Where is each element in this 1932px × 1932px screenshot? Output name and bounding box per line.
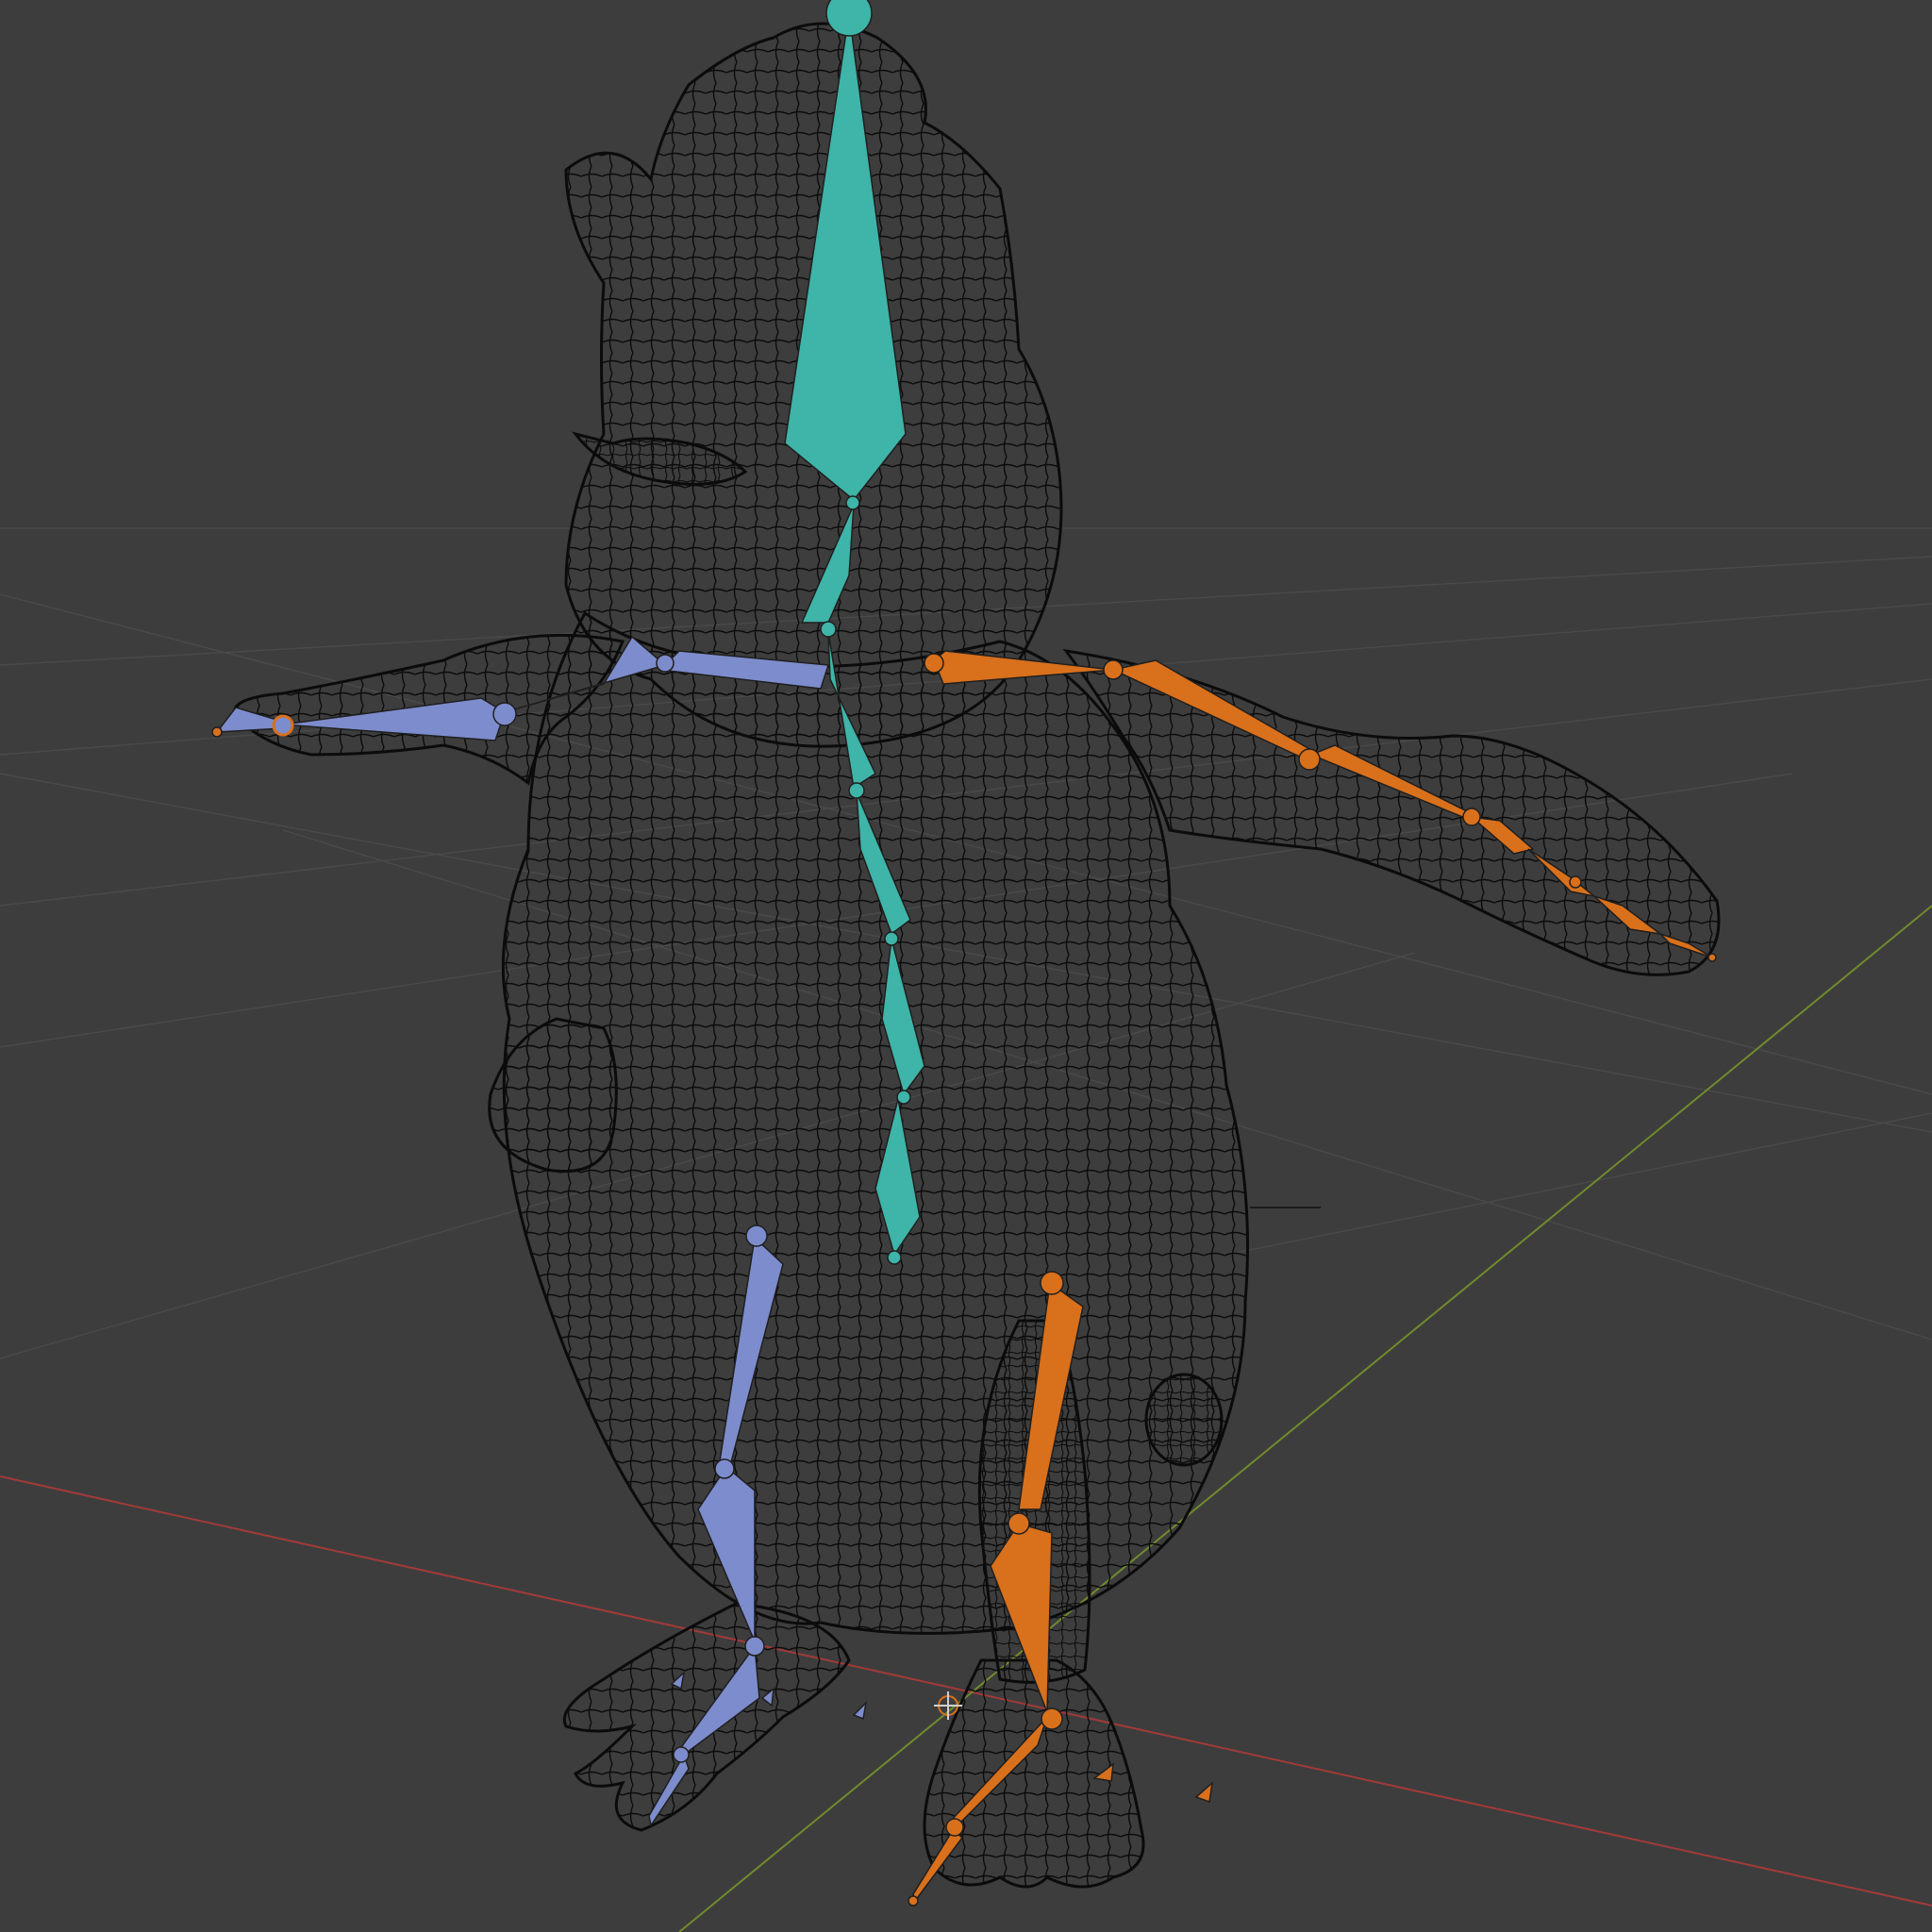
joint-spine-2[interactable] <box>884 931 899 946</box>
joint-right-hand[interactable] <box>1462 808 1481 826</box>
joint-right-toetip[interactable] <box>908 1895 919 1907</box>
joint-right-elbow[interactable] <box>1103 659 1124 680</box>
viewport-canvas[interactable] <box>0 0 1932 1932</box>
joint-hip[interactable] <box>887 1250 902 1265</box>
joint-left-ankle[interactable] <box>744 1636 765 1657</box>
joint-left-shoulder[interactable] <box>656 654 675 673</box>
mesh-tail-knob <box>1144 1373 1224 1467</box>
joint-left-fingertip[interactable] <box>211 726 223 738</box>
joint-right-shoulder[interactable] <box>924 653 944 674</box>
joint-spine-3[interactable] <box>896 1090 911 1105</box>
joint-right-fingertip[interactable] <box>1707 953 1717 962</box>
joint-left-toe[interactable] <box>673 1746 690 1763</box>
joint-right-toe[interactable] <box>945 1818 964 1837</box>
joint-right-ankle[interactable] <box>1041 1707 1063 1730</box>
joint-neck[interactable] <box>845 495 860 510</box>
joint-left-hip[interactable] <box>745 1224 768 1247</box>
joint-chest[interactable] <box>820 621 837 638</box>
joint-right-wrist[interactable] <box>1298 748 1321 771</box>
joint-left-knee[interactable] <box>714 1458 735 1479</box>
joint-right-finger[interactable] <box>1569 875 1582 889</box>
3d-viewport[interactable] <box>0 0 1932 1932</box>
joint-spine-1[interactable] <box>848 782 865 799</box>
joint-right-hip[interactable] <box>1040 1271 1064 1295</box>
joint-right-knee[interactable] <box>1008 1512 1030 1535</box>
joint-left-elbow[interactable] <box>492 702 517 726</box>
joint-left-wrist[interactable] <box>272 714 294 737</box>
